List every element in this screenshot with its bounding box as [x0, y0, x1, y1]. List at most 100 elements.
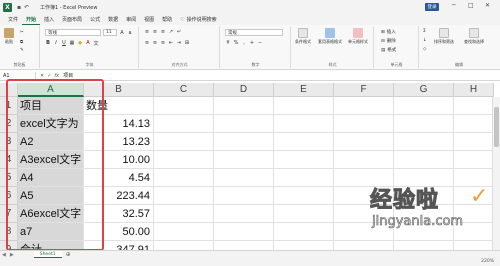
- underline-icon[interactable]: U: [61, 40, 67, 46]
- cell-b9[interactable]: 347.91: [84, 241, 154, 250]
- percent-icon[interactable]: %: [233, 40, 239, 46]
- find-select-button[interactable]: 查找和选择: [464, 28, 484, 45]
- delete-cells-button[interactable]: ⊟ 删除: [381, 38, 396, 45]
- tab-insert[interactable]: 插入: [40, 15, 58, 25]
- column-header-f[interactable]: F: [334, 83, 394, 97]
- insert-function-button[interactable]: fx: [54, 73, 59, 79]
- bold-icon[interactable]: B: [45, 40, 51, 46]
- cell-a5[interactable]: A4: [18, 169, 84, 187]
- vertical-scrollbar[interactable]: [492, 97, 500, 250]
- row-header[interactable]: 1: [0, 97, 18, 115]
- tab-file[interactable]: 文件: [4, 15, 22, 25]
- prev-sheet-icon[interactable]: ◀: [0, 252, 8, 258]
- scrollbar-thumb[interactable]: [494, 107, 499, 147]
- border-icon[interactable]: ▦: [69, 40, 75, 46]
- decrease-decimal-icon[interactable]: −: [257, 40, 263, 46]
- cell-b7[interactable]: 32.57: [84, 205, 154, 223]
- tab-home[interactable]: 开始: [22, 15, 41, 25]
- orientation-icon[interactable]: ↗: [168, 29, 174, 35]
- row-header[interactable]: 7: [0, 205, 18, 223]
- empty-cells[interactable]: [154, 97, 494, 250]
- grow-font-icon[interactable]: A: [119, 30, 125, 36]
- italic-icon[interactable]: I: [53, 40, 59, 46]
- tab-review[interactable]: 审阅: [122, 15, 140, 25]
- format-cells-button[interactable]: ▤ 格式: [381, 47, 396, 54]
- column-header-d[interactable]: D: [214, 83, 274, 97]
- phonetic-icon[interactable]: 文: [93, 40, 99, 47]
- column-header-g[interactable]: G: [394, 83, 454, 97]
- column-header-b[interactable]: B: [84, 83, 154, 97]
- sort-filter-button[interactable]: 排序和筛选: [434, 28, 454, 45]
- align-left-icon[interactable]: ≡: [144, 40, 150, 46]
- column-header-a[interactable]: A: [18, 83, 84, 97]
- insert-cells-button[interactable]: ⊞ 插入: [381, 29, 396, 36]
- cell-b6[interactable]: 223.44: [84, 187, 154, 205]
- cell-b3[interactable]: 13.23: [84, 133, 154, 151]
- cell-b8[interactable]: 50.00: [84, 223, 154, 241]
- increase-indent-icon[interactable]: ⇥: [176, 40, 182, 46]
- number-format-select[interactable]: 常规: [225, 29, 283, 36]
- cell-styles-button[interactable]: 单元格样式: [348, 28, 368, 45]
- save-icon[interactable]: ▪: [17, 4, 21, 11]
- cell-a8[interactable]: a7: [18, 223, 84, 241]
- cell-b5[interactable]: 4.54: [84, 169, 154, 187]
- align-center-icon[interactable]: ≡: [152, 40, 158, 46]
- row-header[interactable]: 5: [0, 169, 18, 187]
- autosum-icon[interactable]: Σ: [423, 29, 426, 34]
- row-header[interactable]: 3: [0, 133, 18, 151]
- currency-icon[interactable]: ¥: [225, 40, 231, 46]
- cell-b4[interactable]: 10.00: [84, 151, 154, 169]
- fill-icon[interactable]: ↓: [423, 38, 427, 43]
- tab-help[interactable]: 帮助: [158, 15, 176, 25]
- cell-a9[interactable]: 合计: [18, 241, 84, 250]
- column-header-h[interactable]: H: [454, 83, 494, 97]
- shrink-font-icon[interactable]: a: [127, 30, 133, 36]
- row-header[interactable]: 4: [0, 151, 18, 169]
- format-as-table-button[interactable]: 套用表格格式: [318, 28, 342, 45]
- cancel-icon[interactable]: ✕: [40, 73, 44, 79]
- font-color-icon[interactable]: A: [85, 40, 91, 46]
- maximize-icon[interactable]: □: [468, 2, 474, 9]
- zoom-level[interactable]: 220%: [481, 259, 494, 264]
- cell-a1[interactable]: 项目: [18, 97, 84, 115]
- close-icon[interactable]: ✕: [485, 2, 490, 9]
- cell-b2[interactable]: 14.13: [84, 115, 154, 133]
- paste-button[interactable]: 粘贴: [4, 28, 14, 45]
- align-middle-icon[interactable]: ≡: [152, 29, 158, 35]
- align-bottom-icon[interactable]: ≡: [160, 29, 166, 35]
- tab-view[interactable]: 视图: [140, 15, 158, 25]
- clear-icon[interactable]: ◇: [423, 47, 426, 52]
- decrease-indent-icon[interactable]: ⇤: [168, 40, 174, 46]
- row-header[interactable]: 9: [0, 241, 18, 250]
- tab-data[interactable]: 数据: [104, 15, 122, 25]
- cell-b1[interactable]: 数量: [84, 97, 154, 115]
- conditional-format-button[interactable]: 条件格式: [295, 28, 311, 45]
- select-all-corner[interactable]: [0, 83, 18, 97]
- cut-icon[interactable]: ✂: [20, 30, 24, 35]
- comma-style-icon[interactable]: ,: [241, 40, 247, 46]
- row-header[interactable]: 2: [0, 115, 18, 133]
- row-header[interactable]: 8: [0, 223, 18, 241]
- tell-me-search[interactable]: ♡ 操作说明搜索: [176, 15, 221, 25]
- fill-color-icon[interactable]: ◆: [77, 40, 83, 46]
- cell-a6[interactable]: A5: [18, 187, 84, 205]
- row-header[interactable]: 6: [0, 187, 18, 205]
- font-name-select[interactable]: 等线: [45, 29, 101, 36]
- next-sheet-icon[interactable]: ▶: [8, 252, 16, 258]
- font-size-select[interactable]: 11: [103, 29, 117, 36]
- formula-input[interactable]: 项目: [63, 72, 73, 79]
- wrap-text-icon[interactable]: ↵: [176, 29, 182, 35]
- format-painter-icon[interactable]: ✎: [20, 48, 24, 53]
- cell-a7[interactable]: A6excel文字: [18, 205, 84, 223]
- align-right-icon[interactable]: ≡: [160, 40, 166, 46]
- login-button[interactable]: 登录: [425, 3, 439, 11]
- cell-a3[interactable]: A2: [18, 133, 84, 151]
- column-header-c[interactable]: C: [154, 83, 214, 97]
- cell-a2[interactable]: excel文字为: [18, 115, 84, 133]
- undo-icon[interactable]: ↶: [24, 4, 29, 11]
- enter-icon[interactable]: ✓: [47, 73, 51, 79]
- cell-a4[interactable]: A3excel文字: [18, 151, 84, 169]
- name-box[interactable]: A1: [0, 71, 36, 80]
- add-sheet-icon[interactable]: ⊕: [66, 251, 71, 258]
- increase-decimal-icon[interactable]: +: [249, 40, 255, 46]
